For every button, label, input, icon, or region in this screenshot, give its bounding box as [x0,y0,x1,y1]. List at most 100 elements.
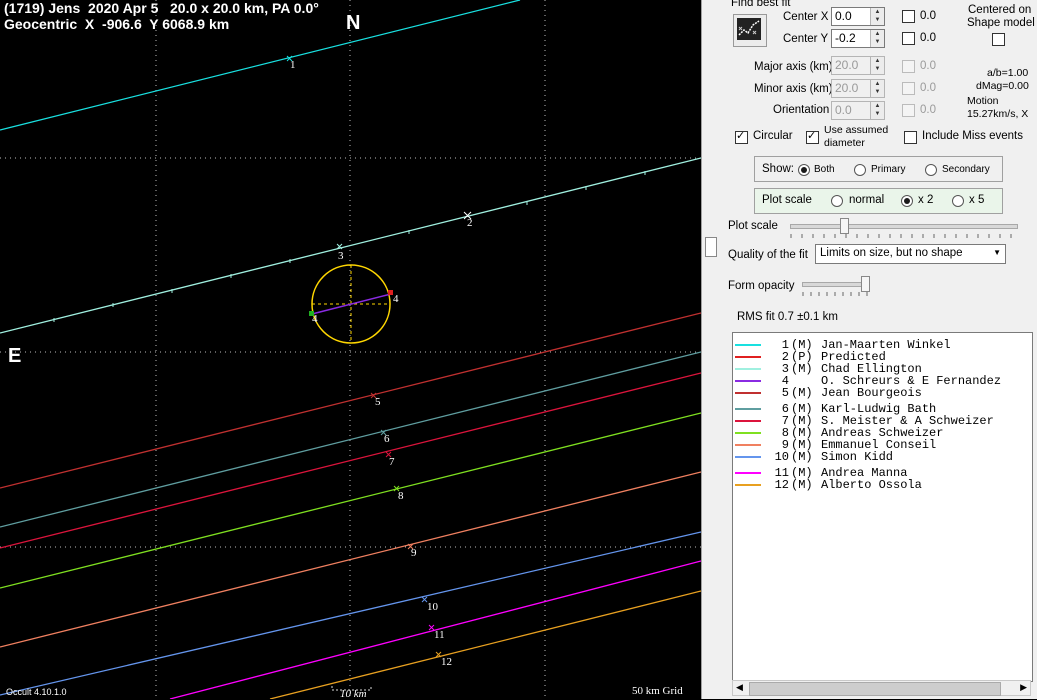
plot-scale-slider[interactable] [790,224,1018,229]
scale-x2-radio[interactable] [901,195,913,207]
center-x-input[interactable]: 0.0 ▲ ▼ [831,7,885,26]
plot-title: (1719) Jens 2020 Apr 5 20.0 x 20.0 km, P… [4,0,319,16]
chord-line-12 [269,590,701,699]
quality-value: Limits on size, but no shape [820,247,963,259]
observer-type: (M) [791,478,813,492]
center-y-checkbox[interactable] [902,32,915,45]
show-both-radio[interactable] [798,164,810,176]
scale-normal-radio[interactable] [831,195,843,207]
orientation-shift: 0.0 [920,104,936,116]
version-label: Occult 4.10.1.0 [6,687,67,697]
center-y-spinner[interactable]: ▲ ▼ [870,30,884,47]
chord-label: 9 [411,547,417,559]
orientation-input[interactable]: 0.0 ▲ ▼ [831,101,885,120]
observer-list[interactable]: 1 (M) Jan-Maarten Winkel 2 (P) Predicted 3 (M) C… [732,332,1033,682]
form-opacity-ticks [802,292,868,296]
chord-line-7 [0,372,701,549]
observer-type: (M) [791,450,813,464]
major-axis-input[interactable]: 20.0 ▲ ▼ [831,56,885,75]
chord-label: 3 [338,250,344,262]
splitter-grip[interactable] [705,237,717,257]
minor-axis-spinner[interactable]: ▲ ▼ [870,80,884,97]
include-miss-label: Include Miss events [922,130,1023,142]
plot-scale-slider-thumb[interactable] [840,218,849,234]
ab-ratio: a/b=1.00 [987,67,1029,79]
observer-row[interactable]: 10 (M) Simon Kidd [733,451,1032,463]
major-axis-shift: 0.0 [920,60,936,72]
chord-line-3 [0,157,701,334]
chord-label: 6 [384,433,390,445]
observer-row[interactable]: 5 (M) Jean Bourgeois [733,387,1032,399]
plot-scale-label: Plot scale [728,220,778,232]
include-miss-checkbox[interactable] [904,131,917,144]
shape-model-checkbox[interactable] [992,33,1005,46]
motion-label: Motion [967,95,999,107]
observer-row[interactable]: 12 (M) Alberto Ossola [733,479,1032,491]
best-fit-icon [737,18,761,40]
chord-label: 7 [389,456,395,468]
center-x-value: 0.0 [835,9,852,23]
form-opacity-label: Form opacity [728,280,795,292]
circular-checkbox[interactable] [735,129,748,144]
show-label: Show: [762,163,794,175]
chord-label: 5 [375,396,381,408]
observer-type: (M) [791,386,813,400]
use-assumed-diameter-label: diameter [824,137,865,149]
minor-axis-value: 20.0 [835,81,859,95]
east-label: E [8,345,22,367]
chord-label: 4 [393,293,399,305]
scrollbar-thumb[interactable] [749,682,1001,696]
centered-on-label: Centered on [968,4,1032,16]
occultation-plot[interactable]: (1719) Jens 2020 Apr 5 20.0 x 20.0 km, P… [0,0,701,700]
plot-coordinates: Geocentric X -906.6 Y 6068.9 km [4,16,230,32]
scale-x5-label: x 5 [969,194,985,206]
show-secondary-radio[interactable] [925,164,937,176]
find-best-fit-label: Find best fit [731,0,791,9]
center-x-label: Center X [783,11,829,23]
motion-value: 15.27km/s, X [967,108,1029,120]
form-opacity-slider[interactable] [802,282,870,287]
observer-type: (M) [791,362,813,376]
chord-label: 8 [398,490,404,502]
observer-name: Jean Bourgeois [821,386,922,400]
scroll-left-icon[interactable]: ◀ [736,682,743,693]
form-opacity-slider-thumb[interactable] [861,276,870,292]
observer-number: 5 [781,386,789,400]
center-x-spinner[interactable]: ▲ ▼ [870,8,884,25]
chord-label: 4 [312,313,318,325]
use-assumed-label: Use assumed [824,124,889,136]
major-axis-spinner[interactable]: ▲ ▼ [870,57,884,74]
center-x-checkbox[interactable] [902,10,915,23]
panel-splitter[interactable] [701,0,725,699]
chord-label: 12 [441,656,452,668]
show-both-label: Both [814,164,835,175]
scale-x2-label: x 2 [918,194,934,206]
find-best-fit-button[interactable] [733,14,767,47]
orientation-checkbox[interactable] [902,104,915,117]
show-primary-label: Primary [871,164,906,175]
minor-axis-shift: 0.0 [920,82,936,94]
plot-scale-ticks [790,234,1012,238]
shape-model-label: Shape model [967,17,1035,29]
observer-name: Alberto Ossola [821,478,922,492]
center-x-shift: 0.0 [920,10,936,22]
major-axis-checkbox[interactable] [902,60,915,73]
quality-select[interactable]: Limits on size, but no shape ▼ [815,244,1006,264]
scale-x5-radio[interactable] [952,195,964,207]
orientation-value: 0.0 [835,103,852,117]
dmag-value: dMag=0.00 [976,80,1029,92]
scroll-right-icon[interactable]: ▶ [1020,682,1027,693]
use-assumed-diameter-checkbox[interactable] [806,129,819,144]
chord-label: 11 [434,629,445,641]
orientation-spinner[interactable]: ▲ ▼ [870,102,884,119]
minor-axis-checkbox[interactable] [902,82,915,95]
grid-label: 50 km Grid [632,685,683,697]
center-y-input[interactable]: -0.2 ▲ ▼ [831,29,885,48]
show-primary-radio[interactable] [854,164,866,176]
minor-axis-input[interactable]: 20.0 ▲ ▼ [831,79,885,98]
center-y-label: Center Y [783,33,829,45]
quality-label: Quality of the fit [728,249,808,261]
horizontal-scrollbar[interactable]: ◀ ▶ [732,680,1031,696]
center-y-shift: 0.0 [920,32,936,44]
north-label: N [346,12,361,34]
